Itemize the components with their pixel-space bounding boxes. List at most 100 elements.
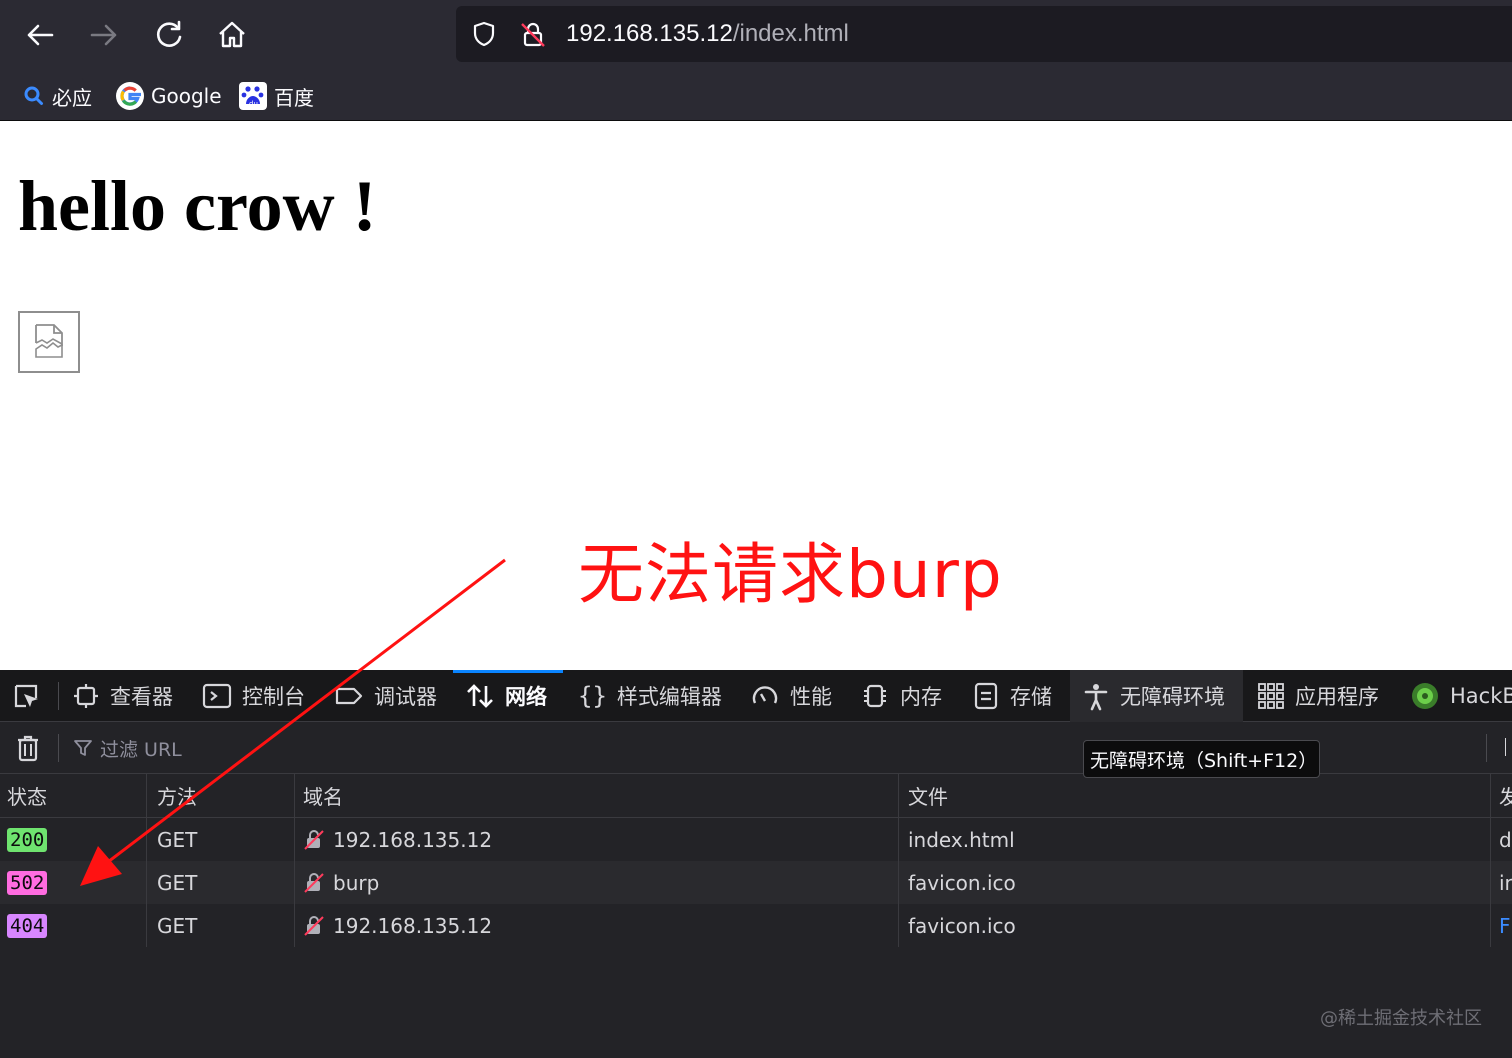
filter-icon (72, 737, 94, 759)
reload-button[interactable] (149, 15, 189, 55)
column-header-file[interactable]: 文件 (898, 774, 1490, 817)
network-icon (465, 681, 495, 711)
toolbar-separator (58, 682, 59, 710)
status-cell: 404 (0, 904, 146, 947)
svg-text:du: du (249, 100, 258, 108)
status-cell: 502 (0, 861, 146, 904)
tab-debugger[interactable]: 调试器 (334, 670, 437, 722)
tab-performance[interactable]: 性能 (750, 670, 832, 722)
domain-text: 192.168.135.12 (333, 913, 493, 938)
devtools-panel: 查看器 控制台 调试器 网络 {} 样式编辑器 性能 内存 存储 无障碍环境 应… (0, 670, 1512, 1058)
hackbar-icon (1410, 681, 1440, 711)
accessibility-icon (1082, 681, 1110, 711)
insecure-connection-icon (303, 829, 325, 851)
storage-icon (972, 681, 1000, 711)
status-badge: 200 (7, 827, 48, 852)
bookmark-label: 百度 (274, 85, 314, 110)
method-cell: GET (146, 818, 294, 861)
debugger-icon (334, 682, 364, 710)
bing-search-icon (22, 84, 46, 108)
bookmark-label: Google (151, 84, 222, 108)
bookmark-baidu[interactable]: du 百度 (238, 80, 314, 112)
arrow-right-icon (90, 24, 117, 46)
tab-label: 性能 (790, 685, 832, 709)
application-icon (1257, 682, 1285, 710)
devtools-tabbar: 查看器 控制台 调试器 网络 {} 样式编辑器 性能 内存 存储 无障碍环境 应… (0, 670, 1512, 722)
column-header-initiator[interactable]: 发 (1490, 774, 1512, 817)
home-button[interactable] (212, 15, 252, 55)
clear-button[interactable] (12, 732, 44, 764)
filter-url-input[interactable]: 过滤 URL (72, 732, 182, 764)
tab-label: 查看器 (110, 685, 173, 709)
bookmark-bing[interactable]: 必应 (22, 80, 92, 112)
bookmark-label: 必应 (52, 85, 92, 110)
filter-placeholder: 过滤 URL (100, 738, 182, 761)
tab-label: 无障碍环境 (1120, 685, 1225, 709)
table-row[interactable]: 200 GET 192.168.135.12 index.html d (0, 818, 1512, 861)
initiator-cell: d (1490, 818, 1512, 861)
back-button[interactable] (20, 15, 60, 55)
insecure-connection-icon (303, 915, 325, 937)
tab-application[interactable]: 应用程序 (1257, 670, 1379, 722)
column-header-method[interactable]: 方法 (146, 774, 294, 817)
style-editor-icon: {} (578, 682, 607, 710)
method-cell: GET (146, 904, 294, 947)
column-header-status[interactable]: 状态 (0, 774, 146, 817)
tab-console[interactable]: 控制台 (202, 670, 305, 722)
tab-memory[interactable]: 内存 (860, 670, 942, 722)
status-cell: 200 (0, 818, 146, 861)
table-row[interactable]: 404 GET 192.168.135.12 favicon.ico F (0, 904, 1512, 947)
browser-chrome: 192.168.135.12/index.html 必应 Google du 百… (0, 0, 1512, 121)
domain-text: 192.168.135.12 (333, 827, 493, 852)
tab-label: 样式编辑器 (616, 685, 722, 709)
toolbar-separator (1486, 734, 1487, 762)
domain-cell: 192.168.135.12 (294, 904, 898, 947)
arrow-left-icon (27, 24, 54, 46)
url-text[interactable]: 192.168.135.12/index.html (566, 20, 849, 48)
console-icon (202, 682, 232, 710)
accessibility-tooltip: 无障碍环境（Shift+F12） (1083, 740, 1320, 778)
tab-accessibility[interactable]: 无障碍环境 (1070, 670, 1243, 722)
table-header: 状态 方法 域名 文件 发 (0, 774, 1512, 818)
tab-label: 控制台 (242, 685, 305, 709)
url-path: /index.html (732, 20, 849, 47)
url-host: 192.168.135.12 (566, 20, 733, 47)
tab-label: 内存 (900, 685, 942, 709)
status-badge: 404 (7, 913, 48, 938)
baidu-icon: du (238, 81, 268, 111)
column-header-domain[interactable]: 域名 (294, 774, 898, 817)
network-request-table: 状态 方法 域名 文件 发 200 GET 192.168.135.12 ind… (0, 774, 1512, 947)
file-cell: favicon.ico (898, 861, 1490, 904)
initiator-cell: F (1490, 904, 1512, 947)
tab-hackbar[interactable]: HackB (1410, 670, 1512, 722)
file-cell: index.html (898, 818, 1490, 861)
tab-label: 网络 (505, 685, 547, 709)
tab-label: 调试器 (374, 685, 437, 709)
inspector-icon (72, 682, 100, 710)
insecure-connection-icon (303, 872, 325, 894)
page-heading: hello crow ! (18, 166, 377, 246)
toolbar-separator (58, 734, 59, 762)
shield-icon[interactable] (470, 20, 498, 48)
domain-text: burp (333, 870, 380, 895)
method-cell: GET (146, 861, 294, 904)
google-icon (115, 81, 145, 111)
bookmark-google[interactable]: Google (115, 80, 222, 112)
status-badge: 502 (7, 870, 48, 895)
forward-button[interactable] (84, 15, 124, 55)
tab-storage[interactable]: 存储 (972, 670, 1052, 722)
pick-element-button[interactable] (10, 670, 52, 722)
web-page-content: hello crow ! 无法请求burp (0, 121, 1512, 670)
tab-network[interactable]: 网络 (453, 670, 563, 722)
tab-style-editor[interactable]: {} 样式编辑器 (578, 670, 722, 722)
insecure-lock-icon[interactable] (518, 20, 548, 50)
tab-label: HackB (1450, 684, 1512, 708)
broken-image (18, 311, 80, 373)
performance-icon (750, 681, 780, 711)
tab-inspector[interactable]: 查看器 (72, 670, 173, 722)
annotation-text: 无法请求burp (578, 536, 1003, 613)
toolbar-separator (1505, 738, 1506, 756)
table-row[interactable]: 502 GET burp favicon.ico in (0, 861, 1512, 904)
home-icon (219, 21, 245, 48)
url-bar[interactable]: 192.168.135.12/index.html (456, 6, 1512, 62)
